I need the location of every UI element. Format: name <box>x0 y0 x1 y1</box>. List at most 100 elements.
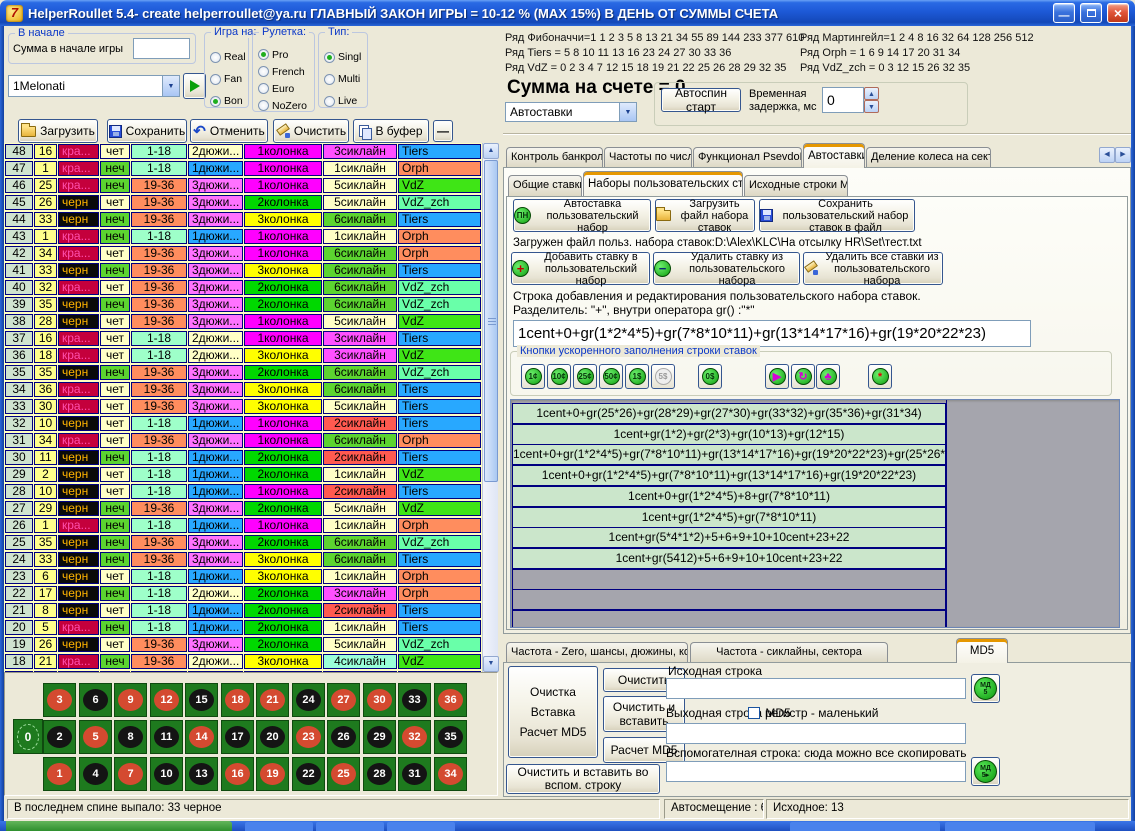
coin-button-10¢[interactable]: 10¢ <box>547 364 571 389</box>
coin-button-25¢[interactable]: 25¢ <box>573 364 597 389</box>
md5-source-input[interactable] <box>666 678 966 699</box>
roulette-cell-33[interactable]: 33 <box>398 683 431 717</box>
md5-aux-icon-button[interactable]: МД5▸ <box>971 757 1000 786</box>
roulette-cell-29[interactable]: 29 <box>363 720 396 754</box>
tab-Деление колеса на сектора[interactable]: Деление колеса на сектора <box>866 147 991 168</box>
radio-real[interactable]: Real <box>210 46 247 68</box>
tab-Автоставки[interactable]: Автоставки <box>803 143 865 168</box>
play-button[interactable] <box>183 73 206 99</box>
roulette-cell-34[interactable]: 34 <box>434 757 467 791</box>
md5-output-input[interactable] <box>666 723 966 744</box>
bet-row[interactable]: 1cent+gr(5*4*1*2)+5+6+9+10+10cent+23+22 <box>512 527 946 548</box>
history-row[interactable]: 431кра...неч1-181дюжи...1колонка1сиклайн… <box>4 228 482 245</box>
roulette-cell-36[interactable]: 36 <box>434 683 467 717</box>
history-scrollbar[interactable]: ▲ ▼ <box>482 143 498 672</box>
roulette-cell-22[interactable]: 22 <box>292 757 325 791</box>
history-row[interactable]: 4816кра...чет1-182дюжи...1колонка3сиклай… <box>4 143 482 160</box>
history-row[interactable]: 4433черннеч19-363дюжи...3колонка6сиклайн… <box>4 211 482 228</box>
tab-Общие ставки[interactable]: Общие ставки <box>508 175 582 196</box>
bet-row[interactable]: 1cent+0+gr(1*2*4*5)+gr(7*8*10*11)+gr(13*… <box>512 444 946 465</box>
roulette-cell-6[interactable]: 6 <box>79 683 112 717</box>
roulette-cell-15[interactable]: 15 <box>185 683 218 717</box>
start-button[interactable] <box>6 821 232 831</box>
roulette-cell-24[interactable]: 24 <box>292 683 325 717</box>
load-set-file-button[interactable]: Загрузить файл набора ставок <box>655 199 755 232</box>
history-row[interactable]: 3828чернчет19-363дюжи...1колонка5сиклайн… <box>4 313 482 330</box>
history-row[interactable]: 4032кра...чет19-363дюжи...2колонка6сикла… <box>4 279 482 296</box>
radio-singl[interactable]: Singl <box>324 46 366 68</box>
scroll-up-icon[interactable]: ▲ <box>483 143 499 159</box>
radio-fan[interactable]: Fan <box>210 68 247 90</box>
roulette-cell-27[interactable]: 27 <box>327 683 360 717</box>
coin-button-zero[interactable]: 0$ <box>698 364 722 389</box>
save-set-file-button[interactable]: Сохранить пользовательский набор ставок … <box>759 199 915 232</box>
history-row[interactable]: 205кра...неч1-181дюжи...2колонка1сиклайн… <box>4 619 482 636</box>
radio-pro[interactable]: Pro <box>258 46 313 63</box>
bet-row[interactable]: 1cent+0+gr(25*26)+gr(28*29)+gr(27*30)+gr… <box>512 403 946 424</box>
history-row[interactable]: 3134кра...чет19-363дюжи...1колонка6сикла… <box>4 432 482 449</box>
roulette-cell-20[interactable]: 20 <box>256 720 289 754</box>
roulette-cell-17[interactable]: 17 <box>221 720 254 754</box>
radio-euro[interactable]: Euro <box>258 80 313 97</box>
bet-row[interactable]: 1cent+gr(1*2)+gr(2*3)+gr(10*13)+gr(12*15… <box>512 424 946 445</box>
history-row[interactable]: 292чернчет1-181дюжи...2колонка1сиклайнVd… <box>4 466 482 483</box>
spin-up-icon[interactable]: ▲ <box>864 87 879 100</box>
refresh-button[interactable]: ↻ <box>791 364 815 389</box>
history-row[interactable]: 4526чернчет19-363дюжи...2колонка5сиклайн… <box>4 194 482 211</box>
spin-down-icon[interactable]: ▼ <box>864 100 879 113</box>
maximize-button[interactable] <box>1080 3 1102 23</box>
tab-Наборы пользовательских ставок[interactable]: Наборы пользовательских ставок <box>583 171 743 196</box>
remove-bet-button[interactable]: − Удалить ставку из пользовательского на… <box>653 252 800 285</box>
taskbar-item[interactable] <box>316 822 384 831</box>
history-row[interactable]: 4133черннеч19-363дюжи...3колонка6сиклайн… <box>4 262 482 279</box>
history-row[interactable]: 2433черннеч19-363дюжи...3колонка6сиклайн… <box>4 551 482 568</box>
roulette-cell-3[interactable]: 3 <box>43 683 76 717</box>
roulette-cell-10[interactable]: 10 <box>150 757 183 791</box>
roulette-cell-25[interactable]: 25 <box>327 757 360 791</box>
star-button[interactable]: * <box>868 364 892 389</box>
taskbar-item[interactable] <box>387 822 455 831</box>
close-button[interactable]: × <box>1107 3 1129 23</box>
bet-row[interactable]: 1cent+0+gr(1*2*4*5)+gr(7*8*10*11)+gr(13*… <box>512 465 946 486</box>
roulette-cell-14[interactable]: 14 <box>185 720 218 754</box>
history-row[interactable]: 218чернчет1-181дюжи...2колонка2сиклайнTi… <box>4 602 482 619</box>
case-checkbox[interactable] <box>748 707 760 719</box>
roulette-cell-21[interactable]: 21 <box>256 683 289 717</box>
roulette-cell-18[interactable]: 18 <box>221 683 254 717</box>
history-row[interactable]: 4234кра...чет19-363дюжи...1колонка6сикла… <box>4 245 482 262</box>
radio-multi[interactable]: Multi <box>324 68 366 90</box>
history-row[interactable]: 3330кра...чет19-363дюжи...3колонка5сикла… <box>4 398 482 415</box>
os-taskbar[interactable] <box>0 821 1135 831</box>
clear-button[interactable]: Очистить <box>273 119 349 143</box>
roulette-cell-4[interactable]: 4 <box>79 757 112 791</box>
add-bet-button[interactable]: + Добавить ставку в пользовательский наб… <box>511 252 650 285</box>
scrollbar-thumb[interactable] <box>484 160 498 482</box>
roulette-zero-cell[interactable]: 0 <box>13 719 43 754</box>
copy-buffer-button[interactable]: В буфер <box>353 119 429 143</box>
roulette-cell-1[interactable]: 1 <box>43 757 76 791</box>
radio-french[interactable]: French <box>258 63 313 80</box>
md5-clear-paste-aux-button[interactable]: Очистить и вставить во вспом. строку <box>506 764 660 794</box>
roulette-cell-12[interactable]: 12 <box>150 683 183 717</box>
radio-nozero[interactable]: NoZero <box>258 97 313 114</box>
roulette-cell-9[interactable]: 9 <box>114 683 147 717</box>
history-row[interactable]: 471кра...неч1-181дюжи...1колонка1сиклайн… <box>4 160 482 177</box>
roulette-cell-35[interactable]: 35 <box>434 720 467 754</box>
roulette-cell-19[interactable]: 19 <box>256 757 289 791</box>
history-row[interactable]: 3935черннеч19-363дюжи...2колонка6сиклайн… <box>4 296 482 313</box>
tab-scroll-left-icon[interactable]: ◀ <box>1099 147 1115 163</box>
taskbar-item[interactable] <box>945 822 1095 831</box>
start-sum-input[interactable] <box>133 38 190 59</box>
clover-button[interactable]: ♣ <box>816 364 840 389</box>
undo-button[interactable]: ↶Отменить <box>190 119 268 143</box>
roulette-cell-2[interactable]: 2 <box>43 720 76 754</box>
remove-all-bets-button[interactable]: Удалить все ставки из пользовательского … <box>803 252 943 285</box>
bet-row[interactable]: 1cent+gr(5412)+5+6+9+10+10cent+23+22 <box>512 548 946 569</box>
history-row[interactable]: 3716кра...чет1-182дюжи...1колонка3сиклай… <box>4 330 482 347</box>
tab-Частоты по числам[interactable]: Частоты по числам <box>604 147 692 168</box>
history-row[interactable]: 3535черннеч19-363дюжи...2колонка6сиклайн… <box>4 364 482 381</box>
minimize-button[interactable]: — <box>1053 3 1075 23</box>
roulette-cell-8[interactable]: 8 <box>114 720 147 754</box>
profile-combobox[interactable]: 1Melonati ▼ <box>8 75 180 97</box>
history-row[interactable]: 1821кра...неч19-362дюжи...3колонка4сикла… <box>4 653 482 670</box>
